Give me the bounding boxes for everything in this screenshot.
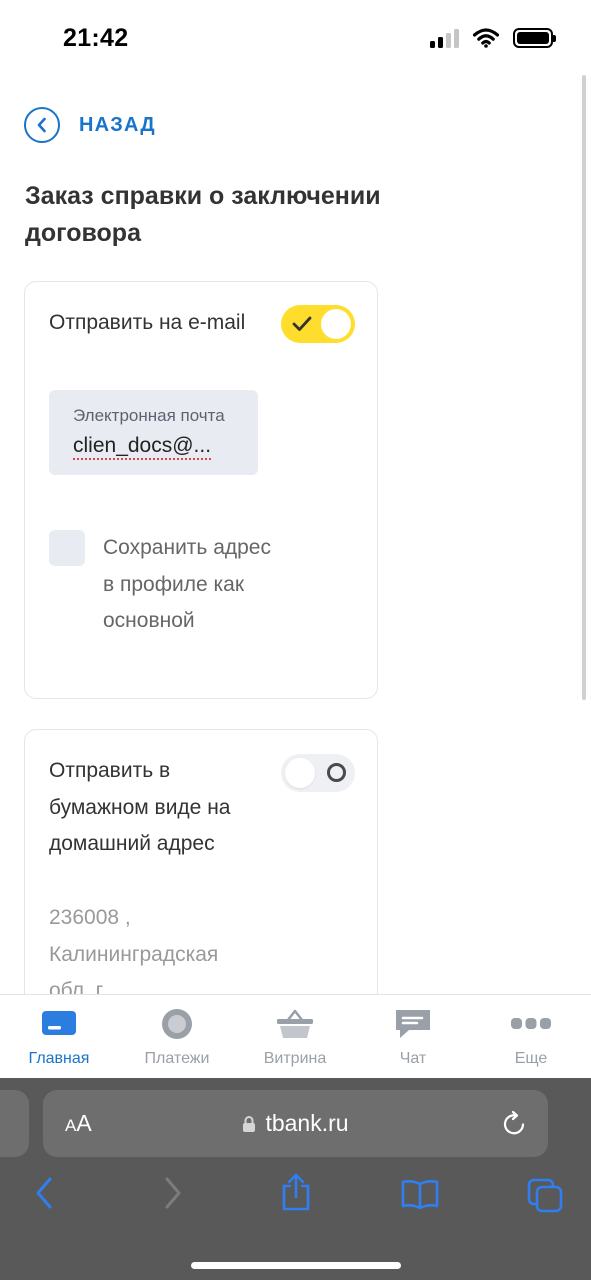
basket-icon [277, 1009, 313, 1038]
toggle-knob [285, 758, 315, 788]
email-delivery-label: Отправить на e-mail [49, 311, 246, 334]
save-address-label: Сохранить адрес в профиле как основной [103, 536, 271, 632]
lock-icon [243, 1115, 256, 1132]
tab-chat-label: Чат [399, 1050, 427, 1067]
email-delivery-card: Отправить на e-mail Электронная почта cl… [24, 281, 378, 699]
browser-forward-icon[interactable] [163, 1176, 183, 1210]
url-display: tbank.ru [43, 1110, 548, 1137]
back-label: НАЗАД [79, 113, 156, 136]
bookmarks-icon[interactable] [400, 1178, 440, 1210]
page-title: Заказ справки о заключении договора [25, 182, 381, 247]
tab-payments-label: Платежи [144, 1050, 210, 1067]
bottom-tab-bar: Главная Платежи Витрина Чат Еще [0, 994, 591, 1078]
email-delivery-toggle[interactable] [281, 305, 355, 343]
cellular-signal-icon [430, 28, 459, 48]
status-time: 21:42 [63, 24, 129, 52]
tab-chat[interactable]: Чат [354, 995, 472, 1079]
address-bar[interactable]: AA tbank.ru [43, 1090, 548, 1157]
toggle-off-ring-icon [327, 763, 346, 782]
email-field-value: clien_docs@... [73, 434, 212, 457]
previous-tab-preview[interactable] [0, 1090, 29, 1157]
chat-bubble-icon [396, 1010, 430, 1038]
home-indicator[interactable] [191, 1262, 401, 1269]
home-card-icon [42, 1011, 76, 1035]
status-bar: 21:42 [0, 0, 591, 78]
tab-showcase[interactable]: Витрина [236, 995, 354, 1079]
tab-payments[interactable]: Платежи [118, 995, 236, 1079]
tab-showcase-label: Витрина [263, 1050, 327, 1067]
wifi-icon [473, 28, 499, 48]
email-field-label: Электронная почта [73, 406, 225, 425]
tab-more[interactable]: Еще [472, 995, 590, 1079]
battery-icon [513, 28, 556, 48]
url-text: tbank.ru [265, 1110, 349, 1136]
paper-delivery-card: Отправить в бумажном виде на домашний ад… [24, 729, 378, 1029]
tab-home[interactable]: Главная [0, 995, 118, 1079]
payments-circle-icon [162, 1009, 192, 1039]
paper-delivery-label: Отправить в бумажном виде на домашний ад… [49, 759, 231, 855]
paper-delivery-toggle[interactable] [281, 754, 355, 792]
toggle-knob [321, 309, 351, 339]
back-button[interactable]: НАЗАД [24, 107, 156, 143]
page-scrollbar[interactable] [582, 75, 586, 700]
browser-back-icon[interactable] [34, 1176, 54, 1210]
tab-more-label: Еще [514, 1050, 548, 1067]
chevron-left-icon [24, 107, 60, 143]
checkmark-icon [292, 316, 312, 331]
reload-icon[interactable] [502, 1110, 528, 1138]
share-icon[interactable] [280, 1172, 312, 1212]
status-icons [430, 28, 556, 48]
email-field[interactable]: Электронная почта clien_docs@... [49, 390, 258, 475]
save-address-checkbox[interactable] [49, 530, 85, 566]
more-dots-icon [511, 1018, 551, 1029]
tabs-icon[interactable] [526, 1177, 564, 1213]
tab-home-label: Главная [28, 1050, 90, 1067]
browser-chrome: AA tbank.ru [0, 1078, 591, 1280]
